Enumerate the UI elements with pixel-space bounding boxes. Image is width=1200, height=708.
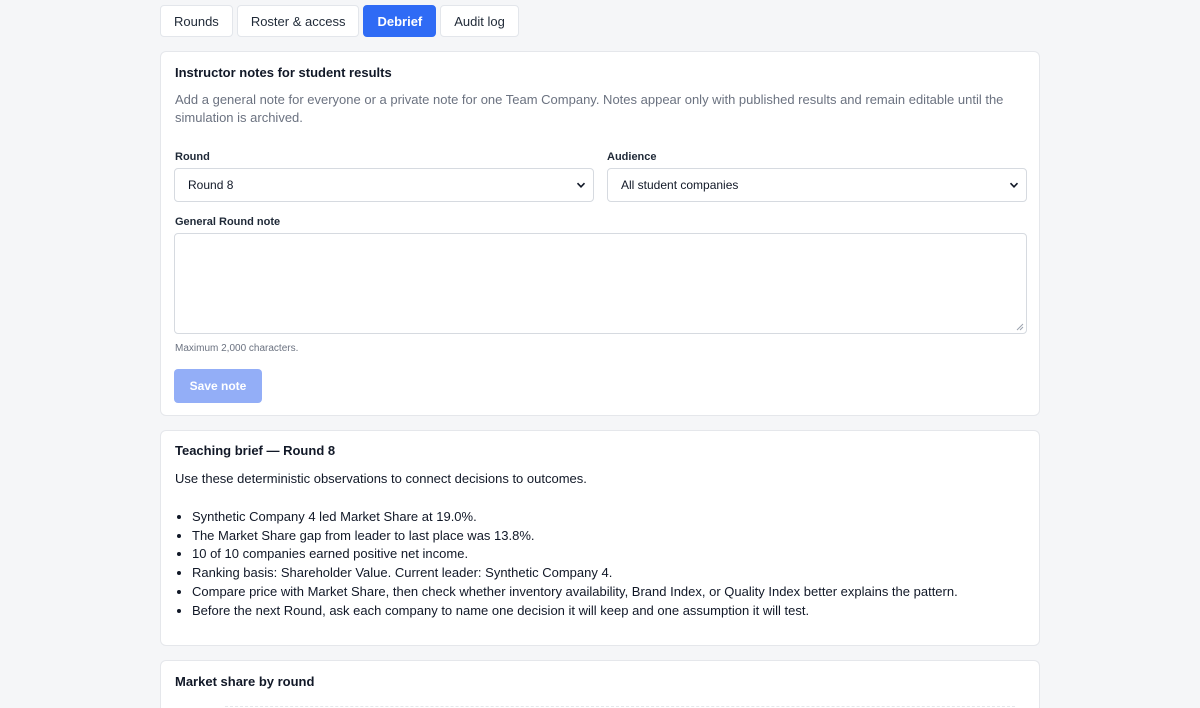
audience-label: Audience — [607, 151, 657, 163]
round-label: Round — [175, 151, 210, 163]
list-item: Compare price with Market Share, then ch… — [192, 583, 958, 602]
general-note-label: General Round note — [175, 216, 281, 228]
teaching-brief-intro: Use these deterministic observations to … — [175, 471, 587, 486]
chevron-down-icon — [576, 182, 586, 188]
tab-debrief[interactable]: Debrief — [363, 5, 437, 37]
save-note-button[interactable]: Save note — [174, 369, 262, 403]
instructor-notes-description: Add a general note for everyone or a pri… — [175, 92, 1004, 125]
list-item: Synthetic Company 4 led Market Share at … — [192, 508, 958, 527]
tab-rounds[interactable]: Rounds — [160, 5, 233, 37]
list-item: 10 of 10 companies earned positive net i… — [192, 545, 958, 564]
market-share-card: Market share by round — [160, 660, 1040, 708]
round-select[interactable]: Round 8 — [174, 168, 594, 202]
tab-roster-access[interactable]: Roster & access — [236, 5, 360, 37]
audience-select[interactable]: All student companies — [607, 168, 1027, 202]
round-select-value: Round 8 — [188, 178, 234, 192]
market-share-title: Market share by round — [175, 674, 315, 689]
teaching-brief-title: Teaching brief — Round 8 — [175, 443, 336, 458]
character-limit-hint: Maximum 2,000 characters. — [175, 343, 299, 354]
tab-audit-log[interactable]: Audit log — [440, 5, 519, 37]
tab-bar: Rounds Roster & access Debrief Audit log — [160, 5, 519, 37]
audience-select-value: All student companies — [621, 178, 739, 192]
chart-gridline — [225, 706, 1015, 707]
list-item: The Market Share gap from leader to last… — [192, 527, 958, 546]
resize-grip-icon[interactable] — [1016, 323, 1024, 331]
teaching-brief-card: Teaching brief — Round 8 Use these deter… — [160, 430, 1040, 646]
instructor-notes-title: Instructor notes for student results — [175, 65, 392, 80]
instructor-notes-card: Instructor notes for student results Add… — [160, 51, 1040, 416]
list-item: Before the next Round, ask each company … — [192, 602, 958, 621]
general-note-textarea[interactable] — [174, 233, 1027, 334]
teaching-brief-list: Synthetic Company 4 led Market Share at … — [175, 508, 958, 620]
chevron-down-icon — [1009, 182, 1019, 188]
list-item: Ranking basis: Shareholder Value. Curren… — [192, 564, 958, 583]
